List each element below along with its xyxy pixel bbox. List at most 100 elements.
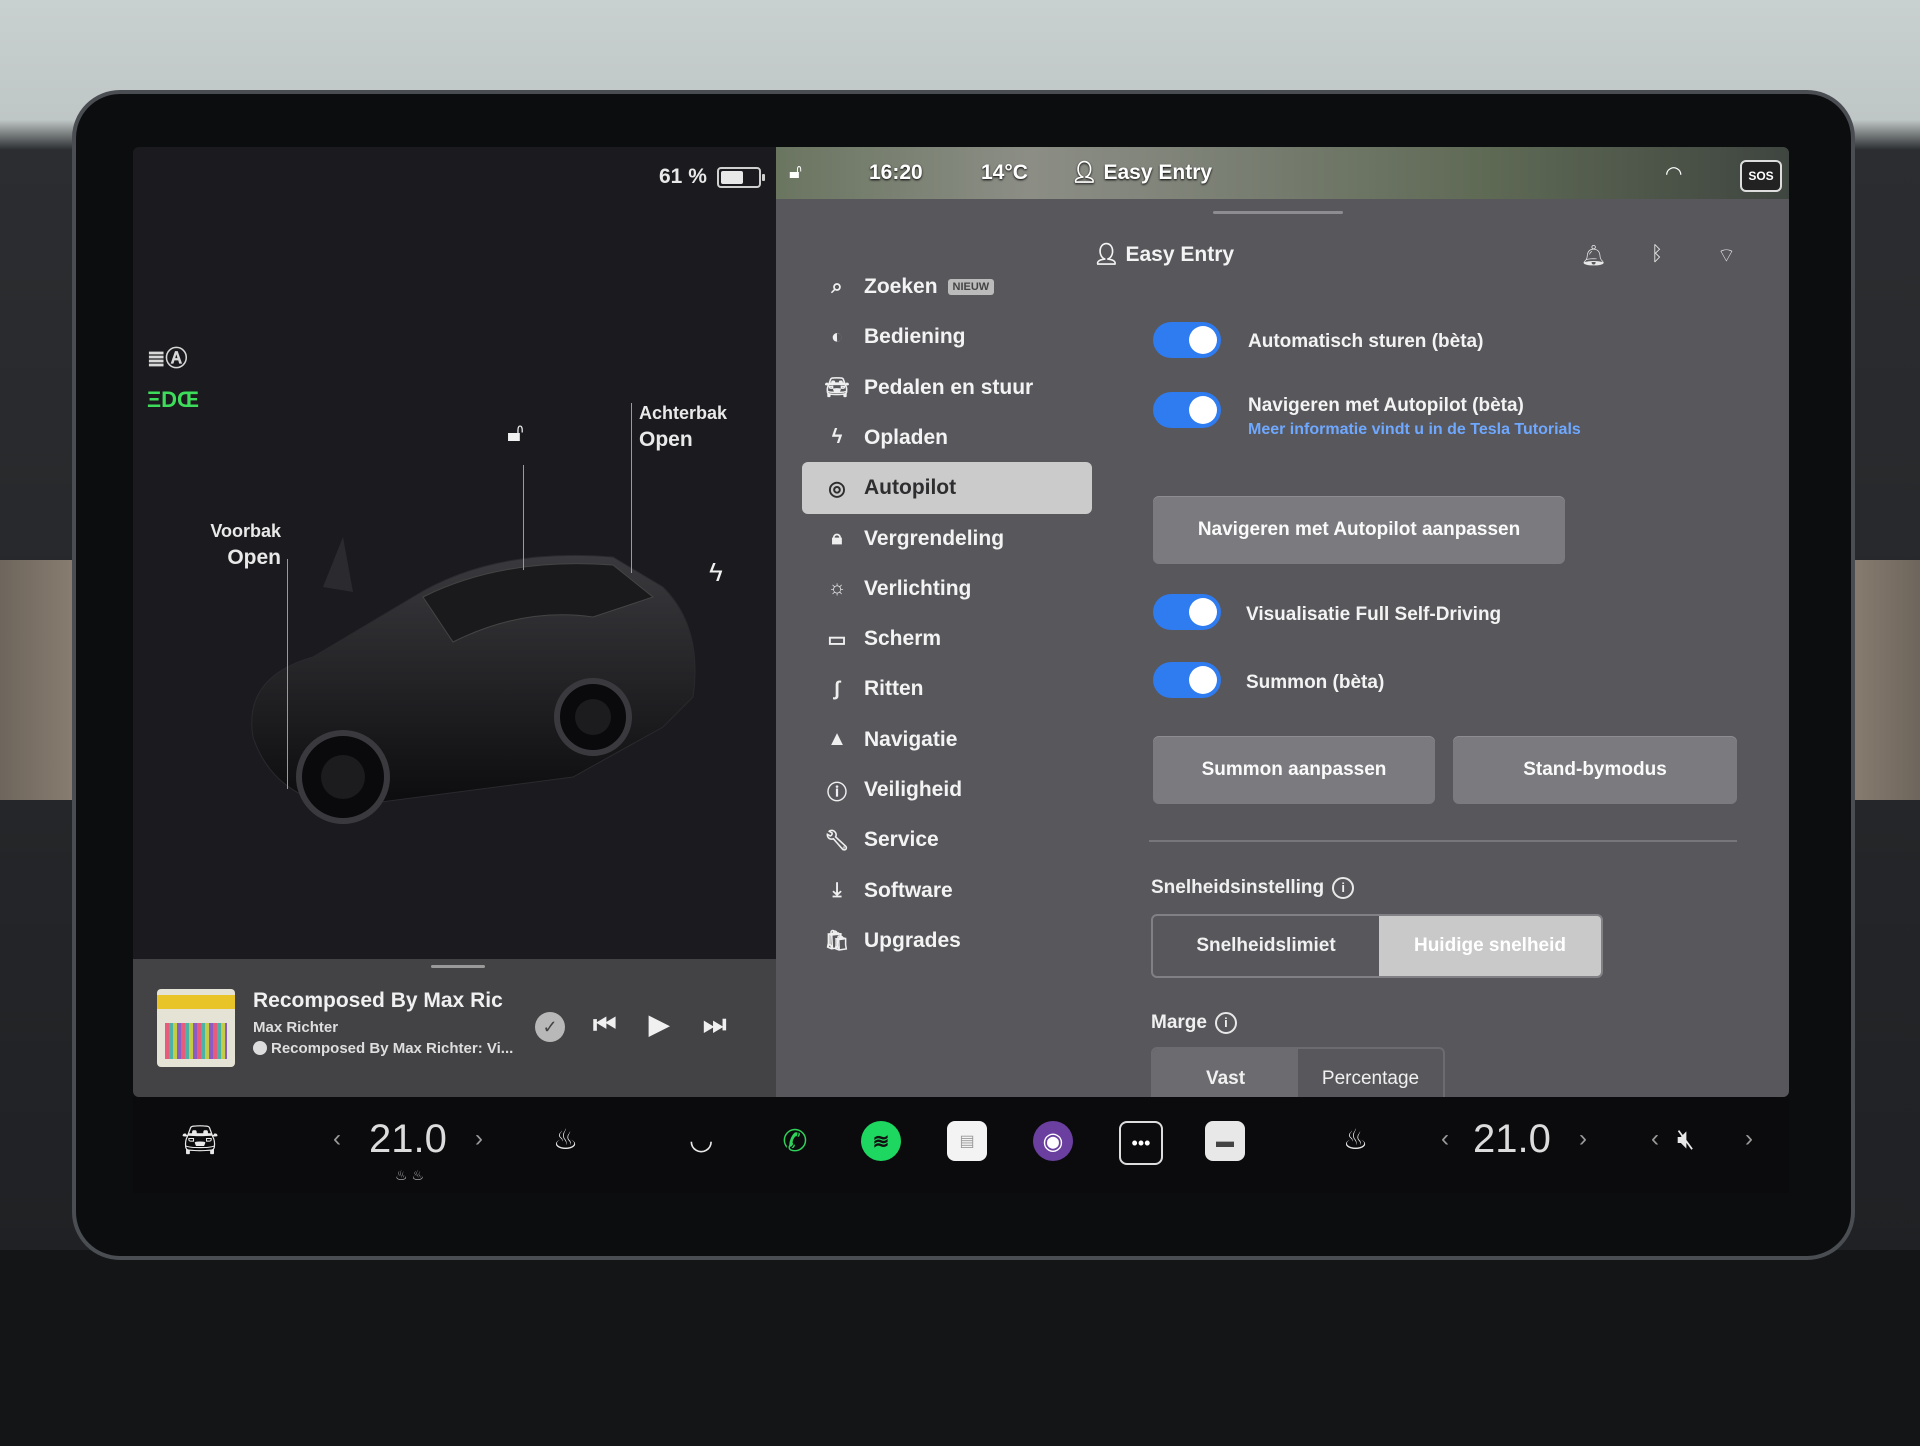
nav-item-label: Bediening bbox=[864, 325, 966, 349]
status-profile-name: Easy Entry bbox=[1103, 161, 1213, 184]
nav-item-label: Upgrades bbox=[864, 928, 961, 952]
trips-icon: ∫ bbox=[834, 677, 840, 700]
nav-item-vergrendeling[interactable]: 🔒︎ Vergrendeling bbox=[802, 513, 1092, 565]
speed-setting-heading: Snelheidsinstelling i bbox=[1151, 877, 1355, 899]
steering-heater-icon[interactable]: ◡ bbox=[689, 1123, 713, 1156]
nav-item-verlichting[interactable]: ☼ Verlichting bbox=[802, 563, 1092, 615]
nav-item-ritten[interactable]: ∫ Ritten bbox=[802, 663, 1092, 715]
track-album-label: Recomposed By Max Richter: Vi... bbox=[271, 1040, 514, 1057]
dashboard-trim-left bbox=[0, 560, 80, 800]
track-artist: Max Richter bbox=[253, 1019, 339, 1036]
camera-icon[interactable]: ◉ bbox=[1033, 1121, 1073, 1161]
volume-down-icon[interactable]: ‹ bbox=[1651, 1125, 1659, 1153]
nav-on-autopilot-toggle[interactable] bbox=[1153, 392, 1221, 428]
nav-item-scherm[interactable]: ▭ Scherm bbox=[802, 613, 1092, 665]
driver-temp-down-icon[interactable]: ‹ bbox=[333, 1125, 341, 1153]
lock-leader-line bbox=[523, 465, 524, 570]
fsd-visualization-toggle[interactable] bbox=[1153, 594, 1221, 630]
lock-status-icon[interactable]: 🔓︎ bbox=[789, 161, 802, 184]
spotify-icon[interactable]: ≋ bbox=[861, 1121, 901, 1161]
phone-icon[interactable]: ✆ bbox=[775, 1121, 815, 1161]
passenger-temperature[interactable]: 21.0 bbox=[1473, 1117, 1551, 1162]
margin-segmented: Vast Percentage bbox=[1151, 1047, 1445, 1097]
customize-nav-autopilot-button[interactable]: Navigeren met Autopilot aanpassen bbox=[1153, 496, 1565, 564]
car-icon: 🚘︎ bbox=[824, 377, 850, 400]
steering-wheel-icon: ◎ bbox=[828, 477, 846, 500]
nav-item-zoeken[interactable]: ⌕ Zoeken NIEUW bbox=[802, 261, 1092, 313]
summon-customize-button[interactable]: Summon aanpassen bbox=[1153, 736, 1435, 804]
nav-item-label: Autopilot bbox=[864, 476, 957, 500]
media-drag-handle[interactable] bbox=[431, 965, 485, 968]
nav-item-opladen[interactable]: ϟ Opladen bbox=[802, 412, 1092, 464]
trunk-status[interactable]: Achterbak Open bbox=[639, 403, 727, 452]
media-player[interactable]: Recomposed By Max Richter Max Richter Re… bbox=[133, 959, 776, 1097]
driver-temp-up-icon[interactable]: › bbox=[475, 1125, 483, 1153]
unlock-icon[interactable]: 🔓︎ bbox=[507, 417, 524, 449]
sun-icon: ☼ bbox=[827, 577, 847, 600]
calendar-icon[interactable]: ▤ bbox=[947, 1121, 987, 1161]
charge-port-icon[interactable]: ϟ bbox=[709, 557, 723, 588]
speed-setting-segmented: Snelheidslimiet Huidige snelheid bbox=[1151, 914, 1603, 978]
driver-seat-heater-icon[interactable]: ♨ bbox=[553, 1123, 578, 1156]
speed-limit-option[interactable]: Snelheidslimiet bbox=[1153, 916, 1379, 976]
passenger-seat-heater-icon[interactable]: ♨ bbox=[1343, 1123, 1368, 1156]
nav-item-upgrades[interactable]: 🛍︎ Upgrades bbox=[802, 915, 1092, 967]
current-speed-option[interactable]: Huidige snelheid bbox=[1379, 916, 1601, 976]
speed-setting-info-icon[interactable]: i bbox=[1332, 877, 1355, 899]
tesla-tutorials-link[interactable]: Meer informatie vindt u in de Tesla Tuto… bbox=[1248, 421, 1581, 439]
passenger-temp-up-icon[interactable]: › bbox=[1579, 1125, 1587, 1153]
wifi-icon[interactable]: ⌔ bbox=[1717, 243, 1736, 268]
fixed-option[interactable]: Vast bbox=[1153, 1049, 1298, 1097]
map-status-strip[interactable] bbox=[776, 147, 1789, 199]
nav-item-software[interactable]: ⤓ Software bbox=[802, 865, 1092, 917]
settings-profile[interactable]: 👤︎ Easy Entry bbox=[1093, 243, 1234, 267]
settings-drag-handle[interactable] bbox=[1213, 211, 1343, 214]
toybox-icon[interactable]: ▬ bbox=[1205, 1121, 1245, 1161]
nav-item-service[interactable]: 🔧︎ Service bbox=[802, 814, 1092, 866]
nav-item-label: Scherm bbox=[864, 627, 942, 651]
autosteer-toggle[interactable] bbox=[1153, 322, 1221, 358]
nav-item-label: Verlichting bbox=[864, 576, 972, 600]
driver-temperature[interactable]: 21.0 bbox=[369, 1117, 447, 1162]
notifications-icon[interactable]: 🔔︎ bbox=[1581, 243, 1606, 268]
dashboard-lower bbox=[0, 1250, 1920, 1446]
nav-item-bediening[interactable]: ◐ Bediening bbox=[802, 311, 1092, 363]
auto-headlights-icon[interactable]: ≣Ⓐ bbox=[147, 341, 187, 371]
wifi-status-icon: ◠ bbox=[1665, 163, 1683, 185]
parking-lights-icon[interactable]: ΞDŒ bbox=[147, 387, 199, 415]
nav-item-label: Ritten bbox=[864, 677, 924, 701]
navigation-icon: ▲ bbox=[827, 728, 847, 751]
battery-percent: 61 % bbox=[659, 165, 707, 188]
previous-track-icon[interactable]: ⏮ bbox=[593, 1009, 616, 1041]
summon-toggle[interactable] bbox=[1153, 662, 1221, 698]
passenger-temp-down-icon[interactable]: ‹ bbox=[1441, 1125, 1449, 1153]
volume-muted-icon[interactable]: 🔇︎ bbox=[1677, 1123, 1695, 1156]
status-profile[interactable]: 👤︎ Easy Entry bbox=[1071, 161, 1212, 185]
play-icon[interactable]: ▶ bbox=[649, 1009, 669, 1040]
favorite-check-icon[interactable]: ✓ bbox=[535, 1012, 565, 1042]
nav-item-label: Zoeken bbox=[864, 275, 938, 298]
frunk-status[interactable]: Voorbak Open bbox=[205, 521, 281, 570]
nav-item-veiligheid[interactable]: ⓘ Veiligheid bbox=[802, 764, 1092, 816]
standby-mode-button[interactable]: Stand-bymodus bbox=[1453, 736, 1737, 804]
profile-person-icon: 👤︎ bbox=[1093, 243, 1126, 266]
nav-item-pedalen-en-stuur[interactable]: 🚘︎ Pedalen en stuur bbox=[802, 362, 1092, 414]
track-title: Recomposed By Max Richter bbox=[253, 989, 503, 1012]
defrost-icons[interactable]: ♨ ♨ bbox=[395, 1167, 424, 1184]
margin-info-icon[interactable]: i bbox=[1214, 1012, 1237, 1034]
bolt-icon: ϟ bbox=[831, 426, 843, 449]
car-icon[interactable]: 🚘︎ bbox=[181, 1123, 219, 1158]
car-panel: 61 % ≣Ⓐ ΞDŒ Voorbak Open Achterbak Open … bbox=[133, 147, 776, 1097]
sos-button[interactable]: SOS bbox=[1740, 160, 1782, 192]
percentage-option[interactable]: Percentage bbox=[1298, 1049, 1443, 1097]
margin-label: Marge bbox=[1151, 1012, 1207, 1034]
more-apps-icon[interactable]: ••• bbox=[1119, 1121, 1163, 1165]
volume-up-icon[interactable]: › bbox=[1745, 1125, 1753, 1153]
track-album: Recomposed By Max Richter: Vi... bbox=[253, 1040, 513, 1057]
bluetooth-icon[interactable]: ᛒ bbox=[1651, 243, 1663, 266]
trunk-leader-line bbox=[631, 403, 632, 573]
next-track-icon[interactable]: ⏭ bbox=[703, 1009, 726, 1041]
album-art bbox=[157, 989, 235, 1067]
nav-item-navigatie[interactable]: ▲ Navigatie bbox=[802, 714, 1092, 766]
nav-item-autopilot[interactable]: ◎ Autopilot bbox=[802, 462, 1092, 515]
